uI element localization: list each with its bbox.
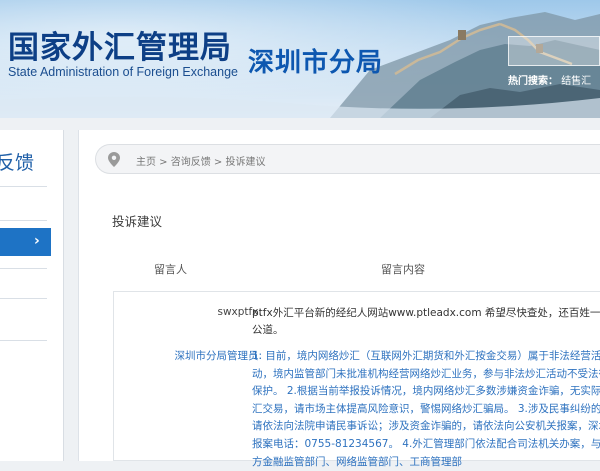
sidebar-title: 反馈 [0,152,35,174]
logo-title[interactable]: 国家外汇管理局 [8,22,232,67]
logo-subtitle: State Administration of Foreign Exchange [8,65,238,79]
column-header-content: 留言内容 [381,263,425,276]
main-panel: 主页 > 咨询反馈 > 投诉建议 投诉建议 留言人 留言内容 swxptfx: … [78,130,600,468]
message-content: ptfx外汇平台新的经纪人网站www.ptleadx.com 希望尽快查处，还百… [252,307,600,336]
search-input[interactable] [508,36,600,66]
column-header-author: 留言人 [154,263,187,276]
divider [0,186,47,187]
hot-search-link[interactable]: 结售汇 [561,76,591,87]
sidebar: 反馈 › [0,130,64,461]
divider [0,268,47,269]
divider [0,220,47,221]
chevron-right-icon: › [34,233,40,249]
divider [0,340,47,341]
branch-title: 深圳市分局 [248,48,384,78]
sidebar-item-active[interactable]: › [0,228,51,256]
reply-author: 深圳市分局管理员: [174,350,262,362]
message-author: swxptfx: [217,306,262,318]
message-list: swxptfx: ptfx外汇平台新的经纪人网站www.ptleadx.com … [113,291,600,468]
reply-content: 1. 目前，境内网络炒汇（互联网外汇期货和外汇按金交易）属于非法经营活动，境内监… [252,350,600,468]
section-title: 投诉建议 [112,214,163,229]
hot-search-label: 热门搜索： [508,76,558,87]
hot-search: 热门搜索： 结售汇 [508,72,591,87]
divider [0,298,47,299]
breadcrumb: 主页 > 咨询反馈 > 投诉建议 [95,144,600,174]
breadcrumb-text[interactable]: 主页 > 咨询反馈 > 投诉建议 [136,153,265,168]
header-banner: 国家外汇管理局 State Administration of Foreign … [0,0,600,118]
location-pin-icon [108,152,120,167]
